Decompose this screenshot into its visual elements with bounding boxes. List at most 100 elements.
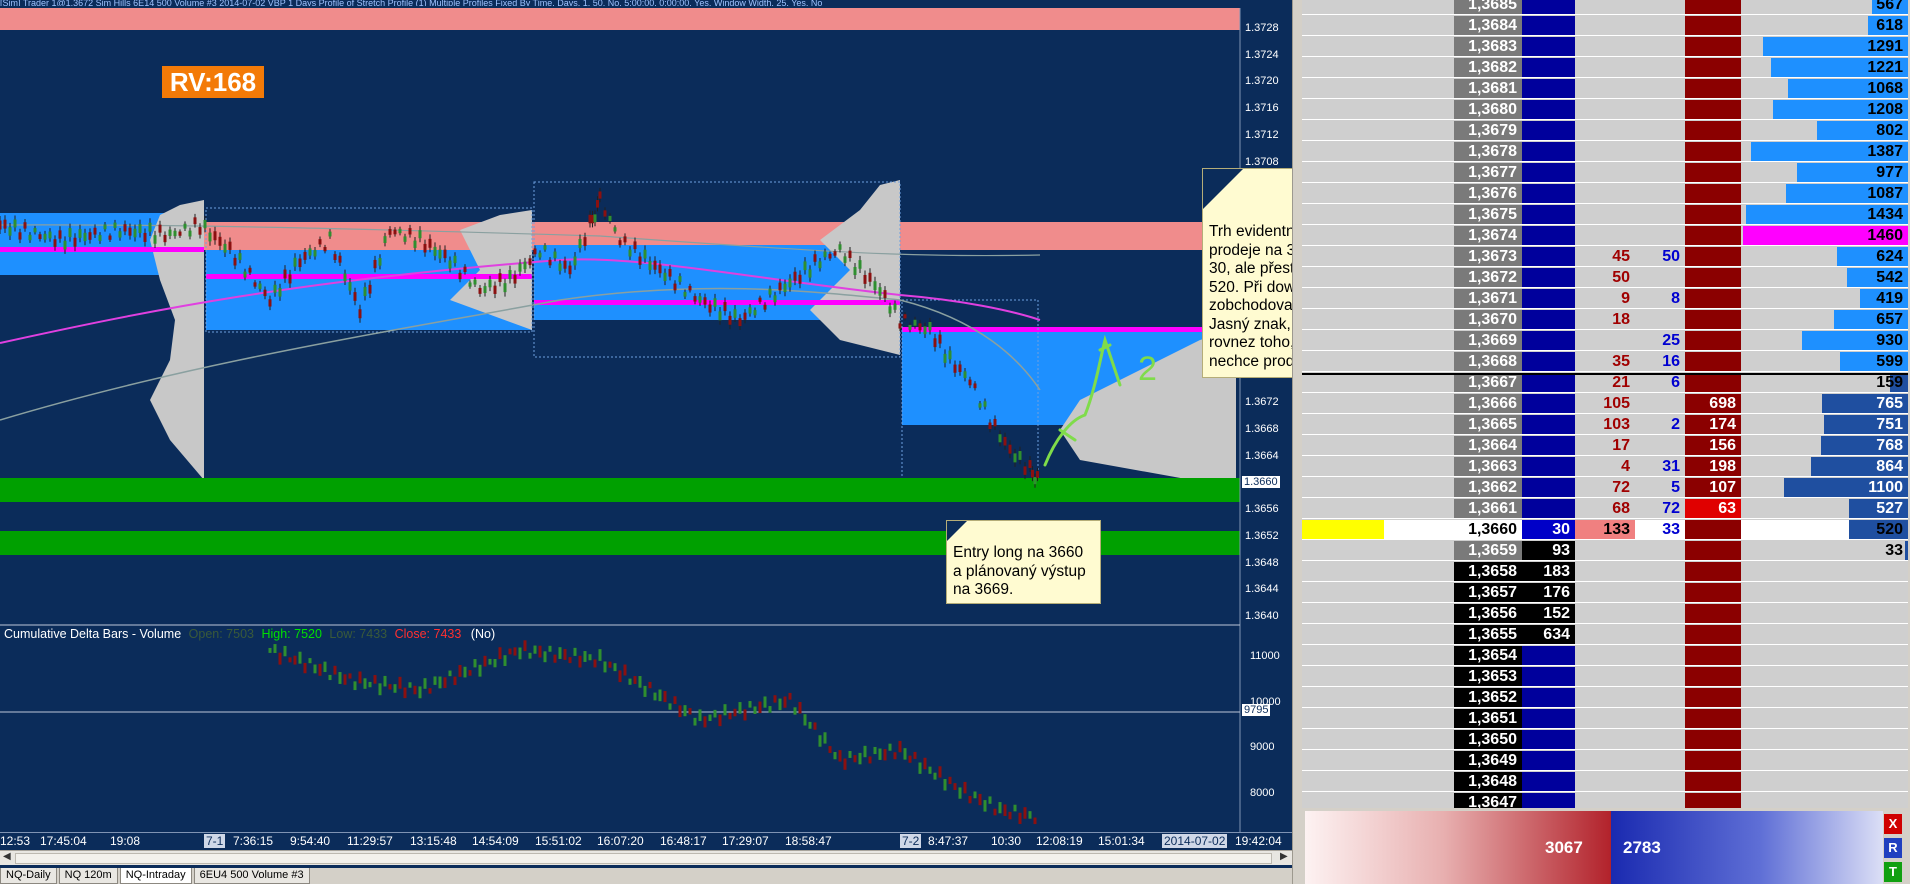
ladder-pnl-cell[interactable]: [1302, 730, 1384, 750]
ladder-price-cell[interactable]: 1,3671: [1454, 289, 1522, 309]
ladder-sold-cell[interactable]: [1575, 793, 1635, 808]
ladder-bought-cell[interactable]: [1635, 772, 1685, 792]
ladder-ask-cell[interactable]: [1685, 709, 1741, 729]
ladder-pnl-cell[interactable]: [1302, 562, 1384, 582]
ladder-row[interactable]: 1,3651: [1302, 709, 1908, 730]
ladder-pnl-cell[interactable]: [1302, 184, 1384, 204]
ladder-sold-cell[interactable]: 133: [1575, 520, 1635, 540]
ladder-bid-cell[interactable]: [1522, 100, 1575, 120]
ladder-row[interactable]: 1,3662 72 5 107 1100: [1302, 478, 1908, 499]
ladder-pnl-cell[interactable]: [1302, 667, 1384, 687]
ladder-price-cell[interactable]: 1,3682: [1454, 58, 1522, 78]
ladder-ask-cell[interactable]: [1685, 373, 1741, 393]
flow-button-x[interactable]: X: [1884, 814, 1902, 834]
ladder-sold-cell[interactable]: [1575, 226, 1635, 246]
ladder-pnl-cell[interactable]: [1302, 310, 1384, 330]
ladder-bought-cell[interactable]: [1635, 394, 1685, 414]
ladder-spacer-cell[interactable]: [1384, 625, 1454, 645]
ladder-spacer-cell[interactable]: [1384, 646, 1454, 666]
ladder-row[interactable]: 1,3647: [1302, 793, 1908, 808]
ladder-row[interactable]: 1,3684 618: [1302, 16, 1908, 37]
ladder-pnl-cell[interactable]: [1302, 16, 1384, 36]
ladder-ask-cell[interactable]: [1685, 121, 1741, 141]
ladder-row[interactable]: 1,3652: [1302, 688, 1908, 709]
ladder-bid-cell[interactable]: [1522, 58, 1575, 78]
ladder-price-cell[interactable]: 1,3684: [1454, 16, 1522, 36]
ladder-pnl-cell[interactable]: [1302, 604, 1384, 624]
ladder-pnl-cell[interactable]: [1302, 751, 1384, 771]
ladder-spacer-cell[interactable]: [1384, 121, 1454, 141]
ladder-row[interactable]: 1,3670 18 657: [1302, 310, 1908, 331]
ladder-bid-cell[interactable]: [1522, 247, 1575, 267]
ladder-ask-cell[interactable]: [1685, 142, 1741, 162]
ladder-spacer-cell[interactable]: [1384, 709, 1454, 729]
ladder-row[interactable]: 1,3665 103 2 174 751: [1302, 415, 1908, 436]
ladder-sold-cell[interactable]: [1575, 772, 1635, 792]
price-chart-panel[interactable]: [Sim] Trader 1@1.3672 Sim Hills 6E14 500…: [0, 0, 1292, 869]
ladder-spacer-cell[interactable]: [1384, 247, 1454, 267]
ladder-price-cell[interactable]: 1,3678: [1454, 142, 1522, 162]
ladder-ask-cell[interactable]: [1685, 520, 1741, 540]
ladder-spacer-cell[interactable]: [1384, 667, 1454, 687]
ladder-spacer-cell[interactable]: [1384, 457, 1454, 477]
ladder-bid-cell[interactable]: [1522, 730, 1575, 750]
ladder-ask-cell[interactable]: 174: [1685, 415, 1741, 435]
ladder-bought-cell[interactable]: 16: [1635, 352, 1685, 372]
chart-tab[interactable]: NQ 120m: [58, 868, 118, 884]
ladder-pnl-cell[interactable]: [1302, 625, 1384, 645]
ladder-sold-cell[interactable]: [1575, 541, 1635, 561]
ladder-bid-cell[interactable]: [1522, 373, 1575, 393]
ladder-price-cell[interactable]: 1,3676: [1454, 184, 1522, 204]
ladder-sold-cell[interactable]: [1575, 688, 1635, 708]
ladder-price-cell[interactable]: 1,3668: [1454, 352, 1522, 372]
ladder-sold-cell[interactable]: [1575, 79, 1635, 99]
ladder-bought-cell[interactable]: [1635, 58, 1685, 78]
ladder-ask-cell[interactable]: [1685, 16, 1741, 36]
entry-note[interactable]: Entry long na 3660 a plánovaný výstup na…: [946, 520, 1101, 604]
ladder-pnl-cell[interactable]: [1302, 79, 1384, 99]
ladder-ask-cell[interactable]: [1685, 247, 1741, 267]
ladder-bought-cell[interactable]: 31: [1635, 457, 1685, 477]
ladder-bid-cell[interactable]: [1522, 352, 1575, 372]
ladder-bid-cell[interactable]: [1522, 226, 1575, 246]
ladder-bid-cell[interactable]: [1522, 478, 1575, 498]
ladder-sold-cell[interactable]: [1575, 0, 1635, 15]
ladder-pnl-cell[interactable]: [1302, 793, 1384, 808]
ladder-pnl-cell[interactable]: [1302, 100, 1384, 120]
ladder-bid-cell[interactable]: [1522, 0, 1575, 15]
ladder-bid-cell[interactable]: 30: [1522, 520, 1575, 540]
ladder-price-cell[interactable]: 1,3661: [1454, 499, 1522, 519]
ladder-sold-cell[interactable]: 4: [1575, 457, 1635, 477]
ladder-sold-cell[interactable]: [1575, 646, 1635, 666]
scroll-right-icon[interactable]: ▶: [1280, 851, 1288, 862]
ladder-spacer-cell[interactable]: [1384, 688, 1454, 708]
ladder-sold-cell[interactable]: [1575, 100, 1635, 120]
ladder-bid-cell[interactable]: 183: [1522, 562, 1575, 582]
ladder-sold-cell[interactable]: [1575, 583, 1635, 603]
ladder-ask-cell[interactable]: [1685, 646, 1741, 666]
ladder-row[interactable]: 1,3654: [1302, 646, 1908, 667]
ladder-row[interactable]: 1,3649: [1302, 751, 1908, 772]
ladder-sold-cell[interactable]: 21: [1575, 373, 1635, 393]
ladder-pnl-cell[interactable]: [1302, 394, 1384, 414]
ladder-spacer-cell[interactable]: [1384, 751, 1454, 771]
ladder-row[interactable]: 1,3667 21 6 159: [1302, 373, 1908, 394]
ladder-ask-cell[interactable]: [1685, 268, 1741, 288]
ladder-spacer-cell[interactable]: [1384, 373, 1454, 393]
ladder-price-cell[interactable]: 1,3658: [1454, 562, 1522, 582]
ladder-spacer-cell[interactable]: [1384, 478, 1454, 498]
ladder-spacer-cell[interactable]: [1384, 310, 1454, 330]
ladder-spacer-cell[interactable]: [1384, 16, 1454, 36]
ladder-bid-cell[interactable]: [1522, 289, 1575, 309]
ladder-ask-cell[interactable]: [1685, 289, 1741, 309]
ladder-bought-cell[interactable]: [1635, 121, 1685, 141]
scroll-left-icon[interactable]: ◀: [3, 851, 11, 862]
ladder-bid-cell[interactable]: [1522, 772, 1575, 792]
ladder-row[interactable]: 1,3677 977: [1302, 163, 1908, 184]
ladder-sold-cell[interactable]: 9: [1575, 289, 1635, 309]
chart-tab[interactable]: 6EU4 500 Volume #3: [193, 868, 310, 884]
ladder-price-cell[interactable]: 1,3664: [1454, 436, 1522, 456]
ladder-bought-cell[interactable]: [1635, 688, 1685, 708]
ladder-sold-cell[interactable]: [1575, 730, 1635, 750]
ladder-sold-cell[interactable]: 68: [1575, 499, 1635, 519]
